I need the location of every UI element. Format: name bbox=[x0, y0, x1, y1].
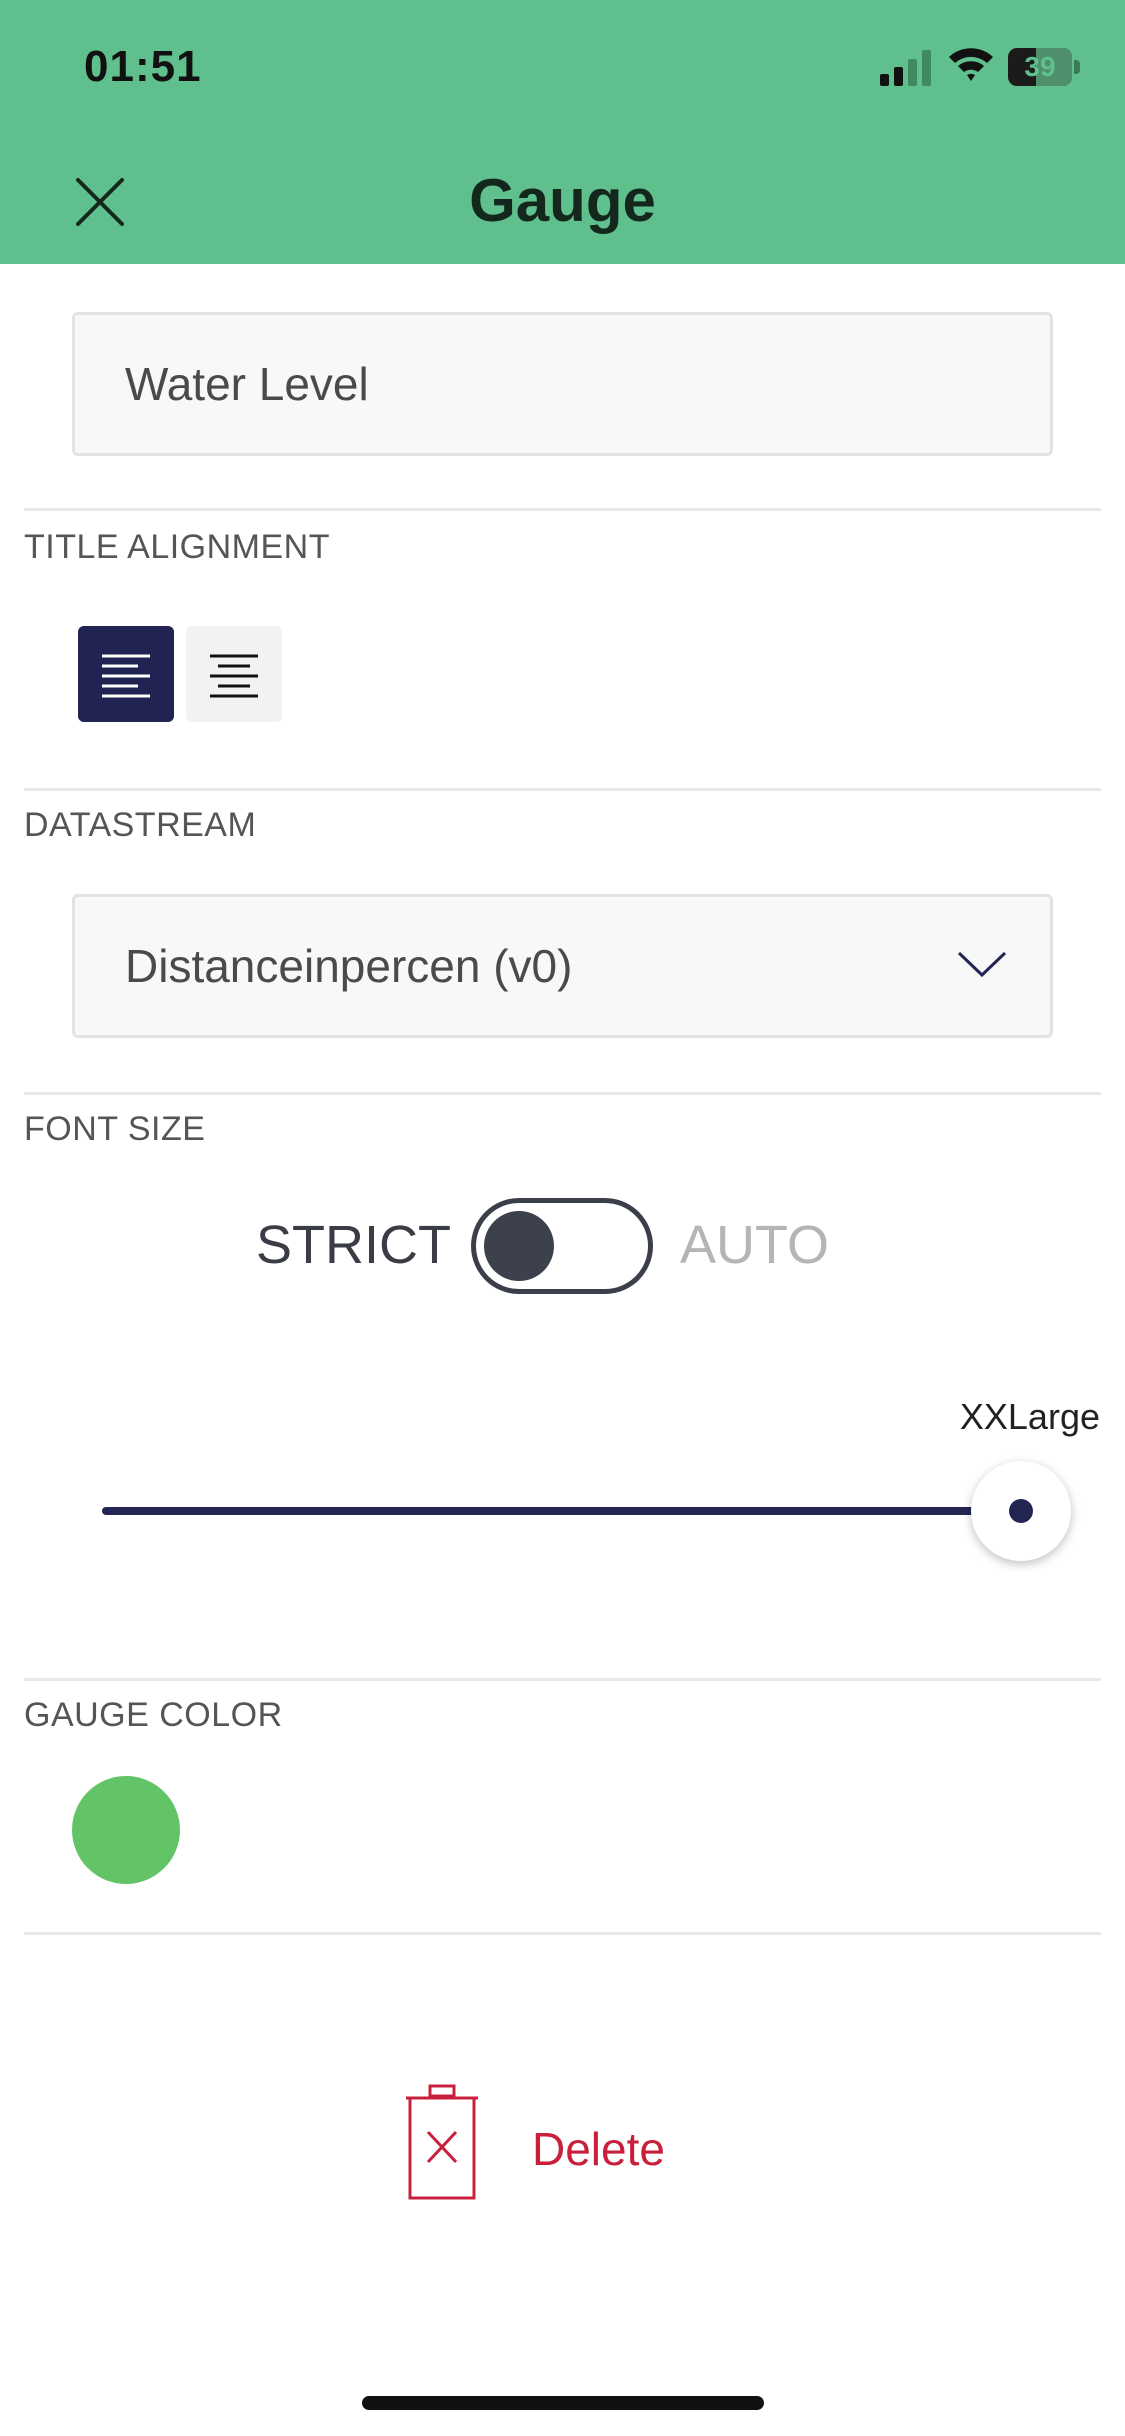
divider bbox=[24, 1678, 1101, 1681]
delete-button[interactable]: Delete bbox=[404, 2076, 704, 2216]
gauge-color-label: GAUGE COLOR bbox=[24, 1696, 283, 1734]
strict-label: STRICT bbox=[256, 1215, 451, 1275]
battery-icon: 39 bbox=[1008, 48, 1080, 86]
gauge-color-swatch[interactable] bbox=[72, 1776, 180, 1884]
title-alignment-label: TITLE ALIGNMENT bbox=[24, 528, 330, 566]
font-size-slider-thumb[interactable] bbox=[971, 1461, 1071, 1561]
cellular-signal-icon bbox=[880, 50, 931, 86]
trash-icon bbox=[406, 2084, 478, 2200]
toggle-knob bbox=[484, 1211, 554, 1281]
datastream-selected-value: Distanceinpercen (v0) bbox=[125, 940, 573, 992]
font-size-slider-track[interactable] bbox=[102, 1507, 1022, 1515]
divider bbox=[24, 508, 1101, 511]
home-indicator[interactable] bbox=[362, 2396, 764, 2410]
font-size-value: XXLarge bbox=[959, 1396, 1100, 1437]
delete-label: Delete bbox=[532, 2123, 665, 2175]
status-time: 01:51 bbox=[84, 42, 202, 91]
divider bbox=[24, 1092, 1101, 1095]
divider bbox=[24, 1932, 1101, 1935]
header-bar: 01:51 39 Gauge bbox=[0, 0, 1125, 264]
align-left-button[interactable] bbox=[78, 626, 174, 722]
datastream-select[interactable]: Distanceinpercen (v0) bbox=[72, 894, 1053, 1038]
align-left-icon bbox=[102, 654, 150, 698]
slider-thumb-dot bbox=[1009, 1499, 1033, 1523]
battery-level: 39 bbox=[1024, 51, 1056, 82]
chevron-down-icon bbox=[957, 951, 1007, 978]
widget-title-input[interactable]: Water Level bbox=[72, 312, 1053, 456]
wifi-icon bbox=[949, 48, 993, 81]
align-center-button[interactable] bbox=[186, 626, 282, 722]
page-title: Gauge bbox=[469, 167, 656, 234]
auto-label: AUTO bbox=[680, 1215, 830, 1275]
font-size-mode-toggle[interactable] bbox=[471, 1198, 653, 1294]
datastream-label: DATASTREAM bbox=[24, 806, 257, 844]
divider bbox=[24, 788, 1101, 791]
font-size-label: FONT SIZE bbox=[24, 1110, 206, 1148]
align-center-icon bbox=[210, 654, 258, 698]
